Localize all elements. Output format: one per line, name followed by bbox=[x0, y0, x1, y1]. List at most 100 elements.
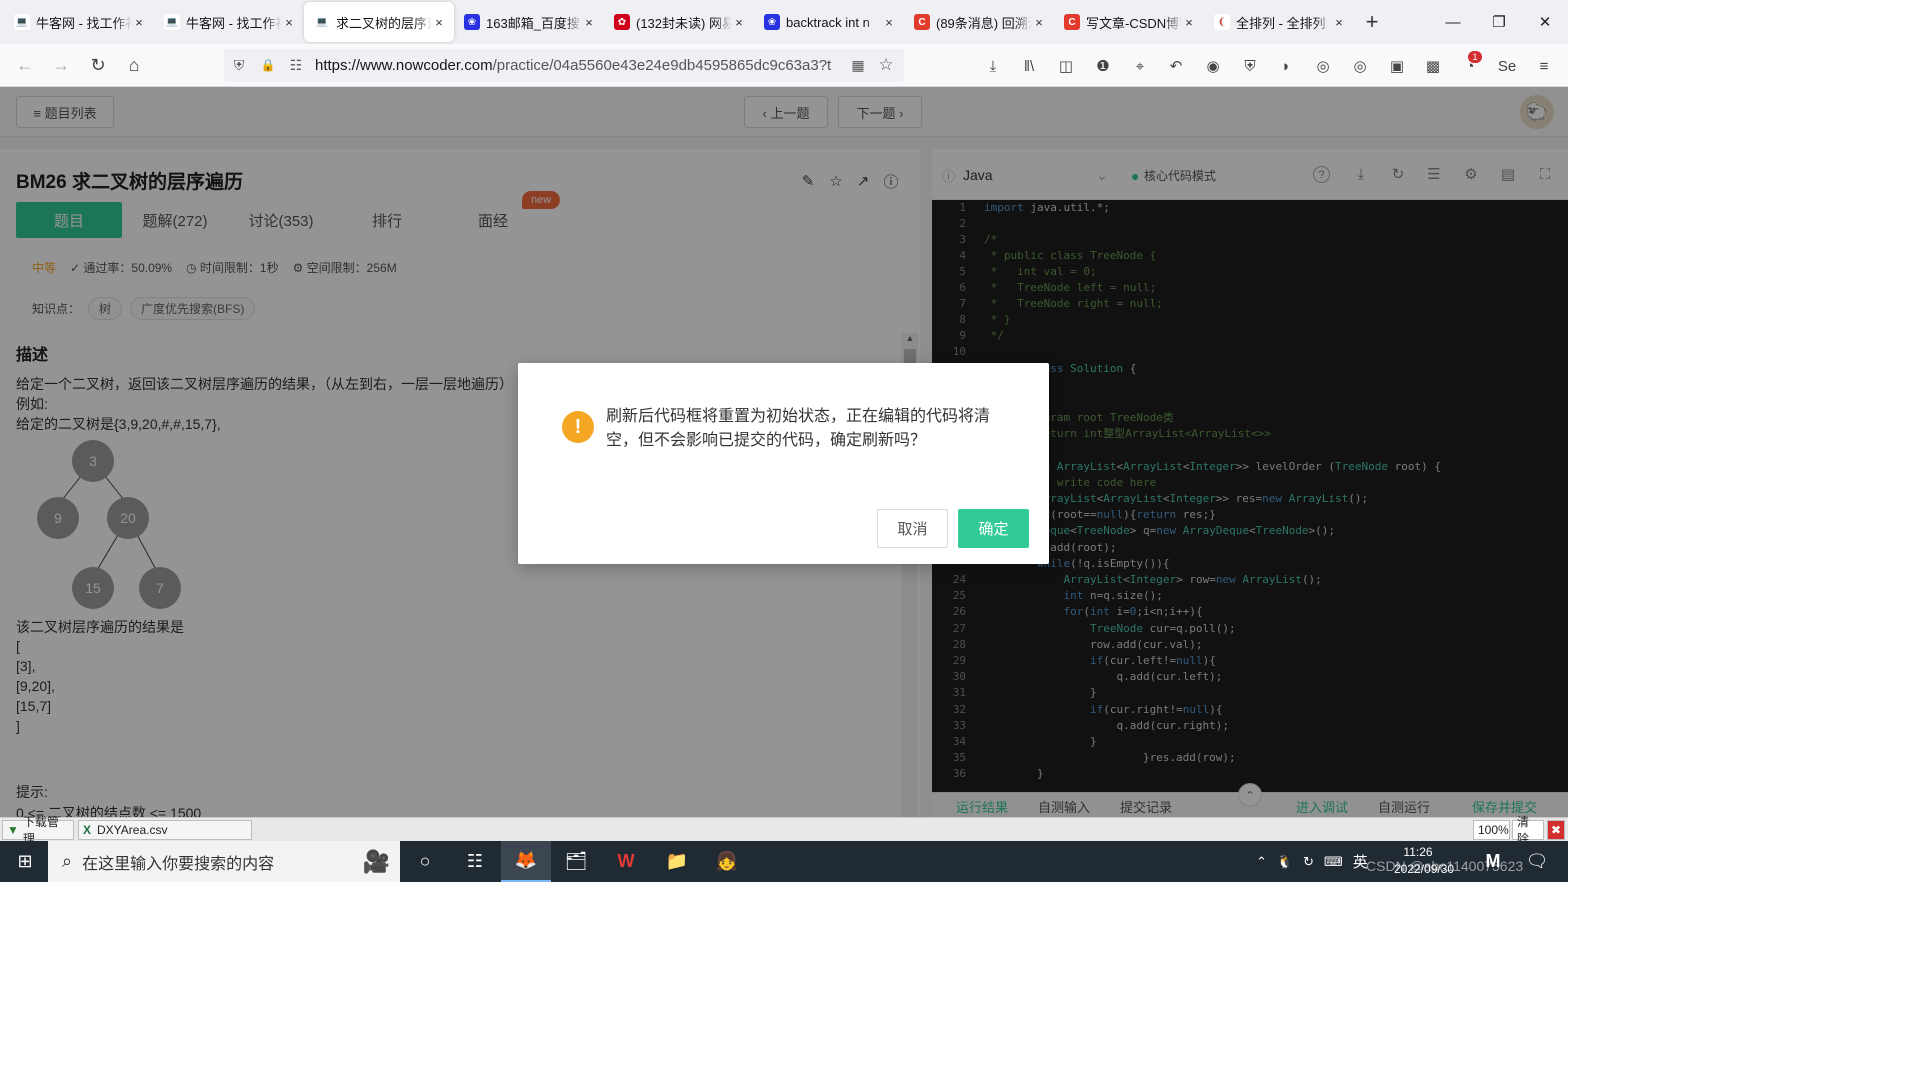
url-text[interactable]: https://www.nowcoder.com/practice/04a556… bbox=[315, 57, 845, 74]
browser-tab[interactable]: ❨ 全排列 - 全排列 × bbox=[1204, 2, 1354, 42]
close-downloads-icon[interactable]: ✖ bbox=[1547, 820, 1565, 840]
tab-title: 牛客网 - 找工作神器 bbox=[36, 15, 132, 31]
back-icon[interactable]: ← bbox=[10, 50, 40, 80]
file-explorer-icon[interactable]: 📁 bbox=[652, 841, 702, 882]
browser-tab[interactable]: ❀ 163邮箱_百度搜索× bbox=[454, 2, 604, 42]
extension-4-icon[interactable]: ◎ bbox=[1310, 53, 1336, 79]
system-tray: ⌃ 🐧 ↻ ⌨ 英 bbox=[1256, 841, 1368, 882]
address-bar[interactable]: ⛨ 🔒 ☷ https://www.nowcoder.com/practice/… bbox=[224, 49, 904, 82]
tab-title: (89条消息) 回溯法 bbox=[936, 15, 1032, 31]
excel-file-icon: X bbox=[83, 823, 92, 837]
taskbar-search[interactable]: ⌕ 在这里输入你要搜索的内容 🎥 bbox=[48, 841, 400, 882]
cortana-icon[interactable]: ○ bbox=[400, 841, 450, 882]
close-tab-icon[interactable]: × bbox=[432, 15, 446, 30]
download-icon[interactable]: ⤓ bbox=[980, 53, 1006, 79]
search-icon: ⌕ bbox=[62, 851, 73, 871]
start-icon[interactable]: ⊞ bbox=[0, 841, 50, 882]
url-host: https://www.nowcoder.com bbox=[315, 57, 493, 74]
close-tab-icon[interactable]: × bbox=[282, 15, 296, 30]
browser-tab[interactable]: C 写文章-CSDN博客 × bbox=[1054, 2, 1204, 42]
reload-icon[interactable]: ↻ bbox=[83, 50, 113, 80]
selenium-icon[interactable]: Se bbox=[1494, 53, 1520, 79]
qr-code-icon[interactable]: ▦ bbox=[846, 53, 870, 77]
undo-icon[interactable]: ↶ bbox=[1163, 53, 1189, 79]
extension-2-icon[interactable]: ◉ bbox=[1200, 53, 1226, 79]
wps-office-icon[interactable]: W bbox=[601, 841, 651, 882]
browser-tab[interactable]: C (89条消息) 回溯法 × bbox=[904, 2, 1054, 42]
extension-5-icon[interactable]: ▣ bbox=[1384, 53, 1410, 79]
screenshot-icon[interactable]: ⌖ bbox=[1127, 53, 1153, 79]
browser-tab[interactable]: ✿ (132封未读) 网易邮箱× bbox=[604, 2, 754, 42]
close-tab-icon[interactable]: × bbox=[1182, 15, 1196, 30]
tab-favicon-icon: C bbox=[914, 14, 930, 30]
bookmark-star-icon[interactable]: ☆ bbox=[874, 53, 898, 77]
tab-favicon-icon: C bbox=[1064, 14, 1080, 30]
close-tab-icon[interactable]: × bbox=[882, 15, 896, 30]
extension-badge: 1 bbox=[1468, 51, 1482, 63]
browser-tab[interactable]: 💻 求二叉树的层序遍历× bbox=[304, 2, 454, 42]
globe-icon[interactable]: ◎ bbox=[1347, 53, 1373, 79]
extension-6-icon[interactable]: ▩ bbox=[1420, 53, 1446, 79]
downloads-bar: ▼ 下载管理 X DXYArea.csv 100% 清除 ✖ bbox=[0, 815, 1568, 846]
clear-downloads-button[interactable]: 清除 bbox=[1512, 815, 1544, 846]
home-icon[interactable]: ⌂ bbox=[119, 50, 149, 80]
tab-favicon-icon: ❀ bbox=[464, 14, 480, 30]
tab-title: 163邮箱_百度搜索 bbox=[486, 15, 582, 31]
extension-3-icon[interactable]: ◗ bbox=[1273, 53, 1299, 79]
new-tab-button[interactable]: + bbox=[1354, 2, 1390, 42]
sync-tray-icon[interactable]: ↻ bbox=[1303, 854, 1314, 870]
tab-favicon-icon: ✿ bbox=[614, 14, 630, 30]
close-tab-icon[interactable]: × bbox=[1332, 15, 1346, 30]
avatar-app-icon[interactable]: 👧 bbox=[702, 841, 752, 882]
tab-title: 牛客网 - 找工作神器 bbox=[186, 15, 282, 31]
close-tab-icon[interactable]: × bbox=[582, 15, 596, 30]
keyboard-tray-icon[interactable]: ⌨ bbox=[1324, 854, 1343, 870]
qq-tray-icon[interactable]: 🐧 bbox=[1277, 854, 1293, 870]
download-icon: ▼ bbox=[7, 823, 19, 837]
browser-nav-bar: ← → ↻ ⌂ ⛨ 🔒 ☷ https://www.nowcoder.com/p… bbox=[0, 44, 1568, 87]
confirm-button[interactable]: 确定 bbox=[958, 509, 1029, 548]
menu-icon[interactable]: ≡ bbox=[1531, 53, 1557, 79]
tab-favicon-icon: 💻 bbox=[164, 14, 180, 30]
sidebar-icon[interactable]: ◫ bbox=[1053, 53, 1079, 79]
tab-title: (132封未读) 网易邮箱 bbox=[636, 15, 732, 31]
close-tab-icon[interactable]: × bbox=[132, 15, 146, 30]
browser-tab[interactable]: 💻 牛客网 - 找工作神器× bbox=[154, 2, 304, 42]
search-placeholder: 在这里输入你要搜索的内容 bbox=[82, 855, 275, 873]
browser-tab[interactable]: 💻 牛客网 - 找工作神器× bbox=[4, 2, 154, 42]
close-tab-icon[interactable]: × bbox=[1032, 15, 1046, 30]
close-tab-icon[interactable]: × bbox=[732, 15, 746, 30]
search-highlight-icon[interactable]: 🎥 bbox=[363, 849, 390, 875]
tab-favicon-icon: ❨ bbox=[1214, 14, 1230, 30]
forward-icon[interactable]: → bbox=[46, 50, 76, 80]
minimize-window-button[interactable]: — bbox=[1430, 0, 1476, 44]
tab-title: 求二叉树的层序遍历 bbox=[336, 15, 432, 31]
browser-tab[interactable]: ❀ backtrack int n × bbox=[754, 2, 904, 42]
tray-expand-icon[interactable]: ⌃ bbox=[1256, 854, 1267, 870]
shield-extension-icon[interactable]: ⛨ bbox=[1237, 53, 1263, 79]
dialog-message: 刷新后代码框将重置为初始状态，正在编辑的代码将清空，但不会影响已提交的代码，确定… bbox=[606, 408, 991, 449]
download-manager-button[interactable]: ▼ 下载管理 bbox=[2, 815, 74, 846]
download-item-label: DXYArea.csv bbox=[97, 823, 168, 837]
tab-title: backtrack int n bbox=[786, 14, 870, 30]
permissions-icon[interactable]: ☷ bbox=[284, 53, 308, 77]
task-view-icon[interactable]: ☷ bbox=[450, 841, 500, 882]
firefox-taskbar-icon[interactable]: 🦊 bbox=[501, 841, 551, 882]
cancel-button[interactable]: 取消 bbox=[877, 509, 948, 548]
tab-favicon-icon: ❀ bbox=[764, 14, 780, 30]
csdn-watermark: CSDN @abc1140075623 bbox=[1366, 858, 1524, 874]
url-path: /practice/04a5560e43e24e9db4595865dc9c63… bbox=[492, 57, 832, 74]
tracking-shield-icon[interactable]: ⛨ bbox=[227, 53, 251, 77]
zoom-level[interactable]: 100% bbox=[1473, 820, 1510, 840]
extension-1-icon[interactable]: ❶ bbox=[1090, 53, 1116, 79]
restore-window-button[interactable]: ❐ bbox=[1476, 0, 1522, 44]
tab-title: 写文章-CSDN博客 bbox=[1086, 15, 1182, 31]
close-window-button[interactable]: ✕ bbox=[1522, 0, 1568, 44]
lock-icon[interactable]: 🔒 bbox=[256, 53, 280, 77]
warning-icon: ! bbox=[562, 411, 594, 443]
library-icon[interactable]: ‖\ bbox=[1016, 53, 1042, 79]
archive-app-icon[interactable]: 🗂 bbox=[551, 841, 601, 882]
download-item[interactable]: X DXYArea.csv bbox=[78, 820, 252, 840]
refresh-confirm-dialog: ! 刷新后代码框将重置为初始状态，正在编辑的代码将清空，但不会影响已提交的代码，… bbox=[518, 363, 1049, 564]
tab-favicon-icon: 💻 bbox=[14, 14, 30, 30]
